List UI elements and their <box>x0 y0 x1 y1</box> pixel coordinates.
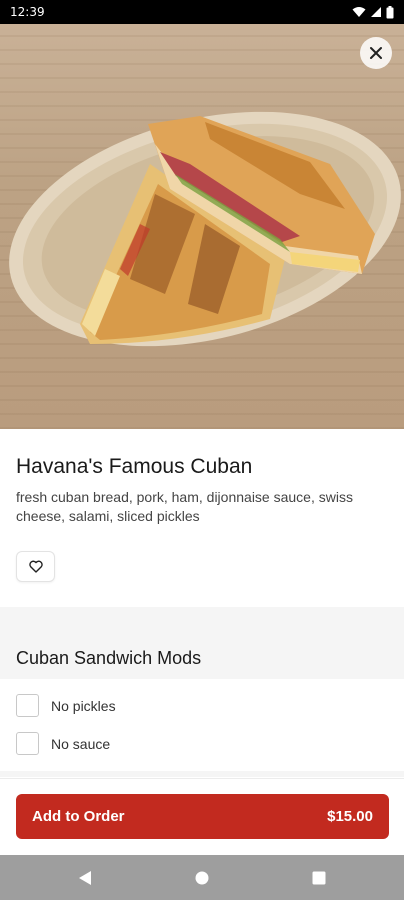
mods-section: Cuban Sandwich Mods No pickles No sauce <box>0 607 404 777</box>
close-button[interactable] <box>360 37 392 69</box>
order-bar: Add to Order $15.00 <box>0 778 404 854</box>
nav-back-button[interactable] <box>74 867 96 889</box>
system-nav-bar <box>0 855 404 900</box>
favorite-button[interactable] <box>16 551 55 582</box>
add-to-order-label: Add to Order <box>32 808 125 825</box>
mod-label: No sauce <box>51 735 111 752</box>
status-icons <box>352 5 394 19</box>
mod-label: No pickles <box>51 697 116 714</box>
close-icon <box>370 47 382 59</box>
nav-home-button[interactable] <box>191 867 213 889</box>
back-triangle-icon <box>79 871 91 885</box>
battery-icon <box>386 5 394 18</box>
item-photo <box>0 24 404 429</box>
recents-square-icon <box>312 871 326 885</box>
item-description: fresh cuban bread, pork, ham, dijonnaise… <box>16 489 353 524</box>
mod-option-no-sauce[interactable]: No sauce <box>16 732 110 755</box>
checkbox-no-pickles[interactable] <box>16 694 39 717</box>
sandwich-illustration <box>9 111 401 347</box>
status-bar: 12:39 <box>0 0 404 24</box>
signal-icon <box>371 7 381 17</box>
status-time: 12:39 <box>10 5 45 19</box>
mods-title: Cuban Sandwich Mods <box>16 648 202 668</box>
order-price: $15.00 <box>327 808 373 825</box>
nav-recents-button[interactable] <box>308 867 330 889</box>
wifi-icon <box>352 7 366 17</box>
mods-header: Cuban Sandwich Mods <box>0 607 404 679</box>
add-to-order-button[interactable]: Add to Order $15.00 <box>16 794 389 839</box>
item-title: Havana's Famous Cuban <box>16 455 253 478</box>
home-circle-icon <box>195 871 209 885</box>
mod-option-no-pickles[interactable]: No pickles <box>16 694 116 717</box>
heart-icon <box>28 560 43 573</box>
checkbox-no-sauce[interactable] <box>16 732 39 755</box>
mods-list: No pickles No sauce <box>0 679 404 771</box>
